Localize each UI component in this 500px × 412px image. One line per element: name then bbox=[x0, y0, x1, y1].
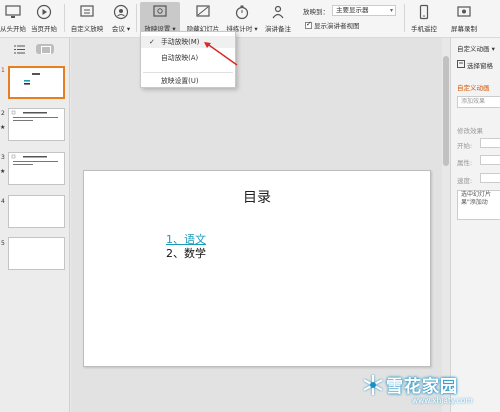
custom-show-icon bbox=[80, 5, 94, 17]
screen-record-button[interactable]: 屏幕录制 bbox=[448, 2, 480, 36]
speaker-notes-button[interactable]: 演讲备注 bbox=[262, 2, 294, 36]
watermark: 雪花家园 www.xhjaty.com bbox=[358, 368, 500, 412]
thumbnail-number: 3 bbox=[1, 154, 5, 161]
add-effect-label: 添加效果 bbox=[461, 98, 486, 105]
add-effect-button[interactable]: 添加效果 bbox=[457, 96, 500, 108]
annotation-arrow-icon bbox=[204, 42, 238, 66]
meeting-label: 会议 ▾ bbox=[111, 25, 131, 33]
play-icon bbox=[36, 4, 52, 20]
effect-list[interactable]: 选中幻灯片 果"添加动 bbox=[457, 190, 500, 220]
watermark-url: www.xhjaty.com bbox=[412, 396, 473, 405]
vertical-scrollbar[interactable] bbox=[442, 38, 450, 412]
meeting-icon bbox=[113, 4, 129, 20]
show-on-value: 主要显示器 bbox=[336, 6, 369, 14]
from-start-button[interactable]: 从头开始 bbox=[0, 2, 26, 36]
custom-animation-pane: 自定义动画 ▾ 选择窗格 自定义动画 添加效果 修改效果 开始: 属性: 速度:… bbox=[450, 38, 500, 412]
slide-thumbnail-5[interactable] bbox=[8, 237, 65, 270]
phone-remote-icon bbox=[419, 4, 429, 20]
property-select[interactable] bbox=[480, 155, 500, 165]
outline-view-icon[interactable] bbox=[14, 45, 26, 54]
custom-show-button[interactable]: 自定义放映 bbox=[69, 2, 105, 36]
show-on-select[interactable]: 主要显示器 ▾ bbox=[332, 5, 396, 16]
from-current-label: 当页开始 bbox=[31, 25, 57, 33]
phone-remote-label: 手机遥控 bbox=[411, 25, 437, 33]
presenter-view-row[interactable]: 显示演讲者视图 bbox=[305, 20, 360, 30]
speed-select[interactable] bbox=[480, 173, 500, 183]
watermark-title: 雪花家园 bbox=[386, 377, 458, 397]
speed-label: 速度: bbox=[457, 177, 473, 185]
check-icon: ✓ bbox=[149, 38, 155, 46]
slides-view-icon[interactable] bbox=[36, 44, 54, 54]
presenter-view-label: 显示演讲者视图 bbox=[314, 22, 360, 30]
slide-thumbnail-1[interactable] bbox=[8, 66, 65, 99]
view-tabs bbox=[14, 44, 54, 54]
scrollbar-thumb[interactable] bbox=[443, 56, 449, 166]
menu-item-label: 手动放映(M) bbox=[161, 38, 200, 46]
slide-thumbnail-2[interactable] bbox=[8, 108, 65, 141]
meeting-button[interactable]: 会议 ▾ bbox=[110, 2, 132, 36]
pane-header[interactable]: 自定义动画 ▾ bbox=[457, 43, 495, 53]
timer-icon bbox=[235, 5, 249, 20]
thumbnail-number: 2 bbox=[1, 110, 5, 117]
section-title: 自定义动画 bbox=[457, 84, 490, 92]
modify-effect-label: 修改效果 bbox=[457, 127, 483, 135]
thumbnail-preview bbox=[11, 154, 58, 165]
thumbnail-number: 4 bbox=[1, 198, 5, 205]
start-select[interactable] bbox=[480, 138, 500, 148]
snowflake-logo-icon bbox=[363, 375, 383, 395]
thumbnail-preview bbox=[24, 73, 40, 85]
thumbnail-number: 1 bbox=[1, 67, 5, 74]
screen-record-label: 屏幕录制 bbox=[451, 25, 477, 33]
menu-item-show-settings[interactable]: 放映设置(U) bbox=[141, 75, 235, 87]
slide-thumbnail-4[interactable] bbox=[8, 195, 65, 228]
presenter-view-checkbox[interactable] bbox=[305, 20, 312, 29]
thumbnail-number: 5 bbox=[1, 240, 5, 247]
animation-star-icon: ★ bbox=[0, 168, 6, 175]
select-pane-icon bbox=[457, 60, 465, 68]
effect-list-hint: 选中幻灯片 bbox=[461, 191, 492, 198]
speaker-notes-icon bbox=[272, 5, 284, 19]
chevron-down-icon: ▾ bbox=[389, 7, 393, 14]
select-pane-link[interactable]: 选择窗格 bbox=[467, 60, 493, 70]
animation-star-icon: ★ bbox=[0, 124, 6, 131]
monitor-icon bbox=[5, 5, 21, 18]
effect-list-hint: 果"添加动 bbox=[461, 199, 488, 206]
menu-item-label: 自动放映(A) bbox=[161, 54, 199, 62]
speaker-notes-label: 演讲备注 bbox=[265, 25, 291, 33]
ribbon-toolbar: 从头开始 当页开始 自定义放映 会议 ▾ 放映设置 ▾ 隐藏幻灯片 排练计时 ▾… bbox=[0, 0, 500, 38]
menu-item-label: 放映设置(U) bbox=[161, 77, 199, 85]
from-start-label: 从头开始 bbox=[0, 25, 26, 33]
slide-item-text[interactable]: 2、数学 bbox=[166, 245, 206, 261]
show-on-label: 放映到： bbox=[303, 7, 329, 16]
slide-thumbnail-3[interactable] bbox=[8, 152, 65, 185]
phone-remote-button[interactable]: 手机遥控 bbox=[408, 2, 440, 36]
ribbon-divider bbox=[404, 4, 405, 32]
current-slide[interactable]: 目录 1、语文 2、数学 bbox=[83, 170, 431, 367]
menu-divider bbox=[143, 72, 233, 73]
thumbnail-preview bbox=[11, 110, 58, 121]
hide-slide-icon bbox=[196, 5, 210, 17]
show-on-row: 放映到： 主要显示器 ▾ bbox=[303, 5, 396, 16]
start-label: 开始: bbox=[457, 142, 473, 150]
slideshow-settings-icon bbox=[153, 5, 167, 17]
slide-thumbnail-panel: 1 2 ★ 3 ★ 4 5 bbox=[0, 38, 70, 412]
screen-record-icon bbox=[457, 6, 471, 17]
custom-show-label: 自定义放映 bbox=[70, 25, 104, 33]
property-label: 属性: bbox=[457, 159, 473, 167]
ribbon-divider bbox=[64, 4, 65, 32]
from-current-button[interactable]: 当页开始 bbox=[29, 2, 59, 36]
slide-title[interactable]: 目录 bbox=[84, 187, 430, 207]
ribbon-divider bbox=[136, 4, 137, 32]
